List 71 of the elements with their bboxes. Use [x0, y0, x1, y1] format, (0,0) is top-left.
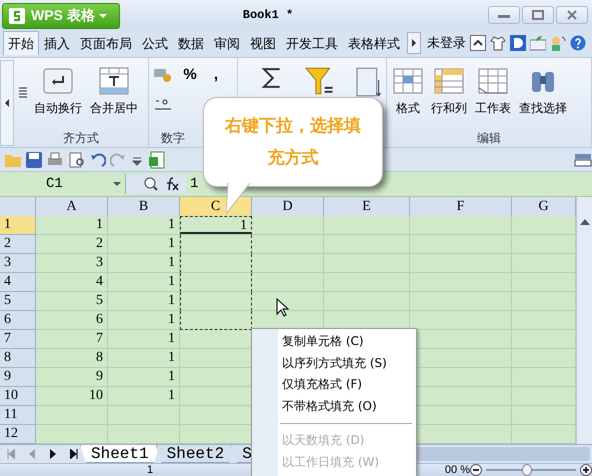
column-header[interactable]: F — [410, 197, 512, 217]
menu-item[interactable]: 复制单元格 (C) — [252, 331, 416, 352]
table-cell: 1 — [108, 292, 180, 311]
menu-item[interactable]: 不带格式填充 (O) — [252, 396, 416, 417]
row-header[interactable]: 9 — [0, 368, 36, 387]
table-cell: 1 — [108, 216, 180, 235]
sheet-tab[interactable]: Sheet1 — [80, 445, 160, 463]
row-header[interactable]: 6 — [0, 311, 36, 330]
number-format-button[interactable]: , — [207, 66, 225, 84]
menu-tab[interactable]: 表格样式 — [343, 31, 405, 56]
menu-tab[interactable]: 开发工具 — [281, 31, 343, 56]
table-cell: 1 — [108, 349, 180, 368]
ribbon-group-label: 齐方式 — [62, 130, 100, 147]
menu-tab[interactable]: 数据 — [173, 31, 209, 56]
table-cell: 10 — [36, 387, 108, 406]
row-header[interactable]: 7 — [0, 330, 36, 349]
menu-item[interactable]: 以序列方式填充 (S) — [252, 352, 416, 374]
table-cell: 1 — [108, 330, 180, 349]
ribbon-button[interactable]: 格式 — [391, 66, 425, 118]
row-header[interactable]: 11 — [0, 406, 36, 425]
ribbon-button[interactable]: 工作表 — [473, 66, 513, 118]
table-cell: 1 — [108, 254, 180, 273]
row-header[interactable]: 12 — [0, 425, 36, 444]
ribbon-button[interactable]: 查找选择 — [517, 66, 569, 118]
table-cell: 1 — [108, 235, 180, 254]
ribbon-group-label: 数字 — [160, 130, 186, 147]
column-header[interactable]: A — [36, 197, 108, 217]
zoom-percent: 00 % — [444, 464, 470, 476]
menu-tab[interactable]: 公式 — [137, 31, 173, 56]
row-header[interactable]: 1 — [0, 216, 36, 235]
column-header[interactable]: D — [252, 197, 324, 217]
row-header[interactable]: 2 — [0, 235, 36, 254]
window-title: Book1 * — [242, 8, 294, 22]
column-header[interactable]: B — [108, 197, 180, 217]
row-header[interactable]: 4 — [0, 273, 36, 292]
table-cell: 1 — [180, 216, 252, 235]
table-cell: 1 — [108, 273, 180, 292]
menu-tab[interactable]: 页面布局 — [75, 31, 137, 56]
menu-item[interactable]: 仅填充格式 (F) — [252, 374, 416, 396]
table-cell: 3 — [36, 254, 108, 273]
column-header[interactable]: E — [324, 197, 410, 217]
row-header[interactable]: 5 — [0, 292, 36, 311]
table-cell: 4 — [36, 273, 108, 292]
ribbon-button[interactable]: 自动换行 — [32, 66, 84, 118]
menu-tab[interactable]: 视图 — [245, 31, 281, 56]
table-cell: 2 — [36, 235, 108, 254]
menu-tab[interactable]: 开始 — [3, 31, 39, 56]
table-cell: 1 — [108, 311, 180, 330]
row-header[interactable]: 3 — [0, 254, 36, 273]
table-cell: 6 — [36, 311, 108, 330]
column-header[interactable]: G — [512, 197, 576, 217]
row-header[interactable]: 10 — [0, 387, 36, 406]
formula-input[interactable]: 1 — [186, 176, 198, 192]
table-cell: 1 — [108, 387, 180, 406]
table-cell: 8 — [36, 349, 108, 368]
table-cell: 5 — [36, 292, 108, 311]
table-cell: 7 — [36, 330, 108, 349]
menu-tab[interactable]: 审阅 — [209, 31, 245, 56]
number-format-button[interactable]: % — [181, 66, 199, 84]
ribbon-button[interactable]: 行和列 — [429, 66, 469, 118]
table-cell: 1 — [36, 216, 108, 235]
ribbon-button[interactable]: 合并居中 — [88, 66, 140, 118]
callout-text: 右键下拉，选择填充方式 — [224, 115, 362, 170]
status-sum: 1 — [146, 464, 154, 476]
table-cell: 1 — [108, 368, 180, 387]
ribbon-group-label: 编辑 — [476, 130, 502, 147]
login-status[interactable]: 未登录 — [427, 34, 466, 52]
sheet-tab[interactable]: Sheet2 — [156, 445, 236, 463]
menu-tab[interactable]: 插入 — [39, 31, 75, 56]
table-cell: 9 — [36, 368, 108, 387]
row-header[interactable]: 8 — [0, 349, 36, 368]
